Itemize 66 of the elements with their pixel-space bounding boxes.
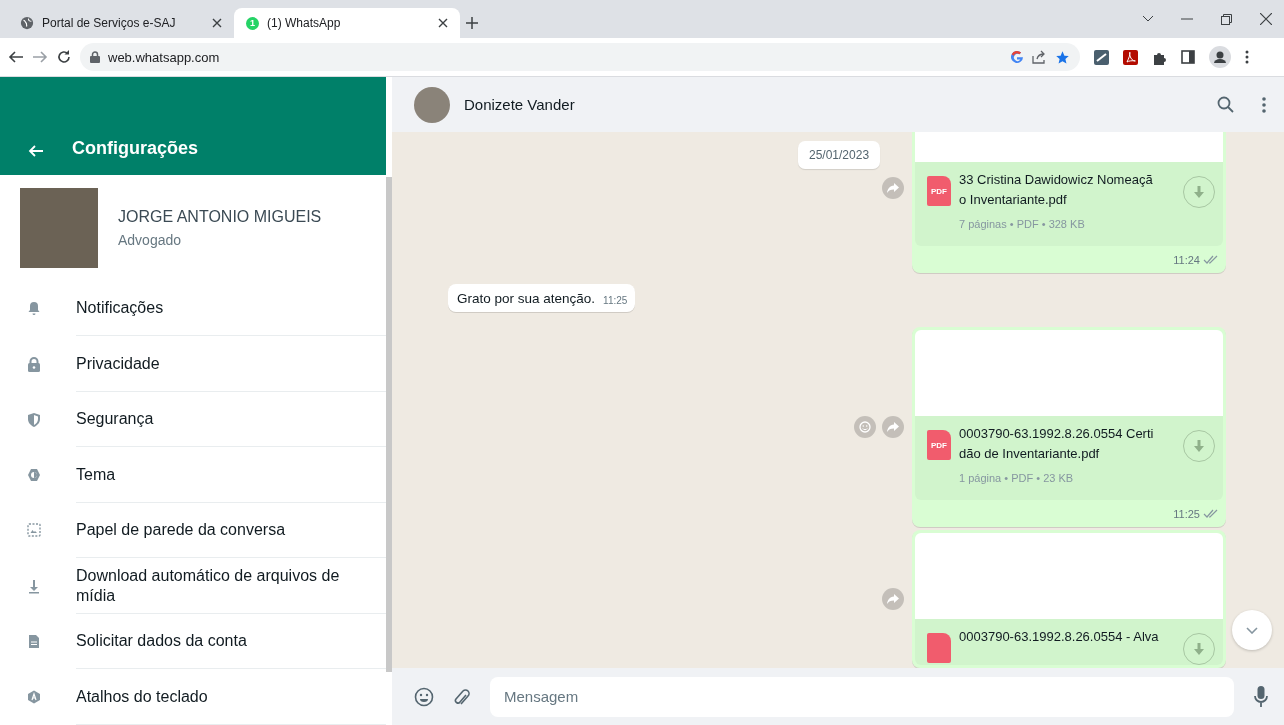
message-text: Grato por sua atenção.: [457, 291, 596, 306]
share-icon[interactable]: [1032, 50, 1047, 64]
contrast-icon: [27, 467, 41, 483]
pdf-reader-icon[interactable]: [1123, 49, 1138, 65]
file-name: 0003790-63.1992.8.26.0554 Certi dão de Inventariante.pdf: [959, 425, 1155, 463]
close-icon[interactable]: [212, 18, 222, 28]
tab-title: (1) WhatsApp: [267, 16, 342, 30]
more-vertical-icon[interactable]: [1262, 96, 1266, 113]
lock-icon: [90, 51, 100, 63]
forward-arrow-icon: [887, 183, 899, 193]
file-details: 7 páginas • PDF • 328 KB: [959, 217, 1086, 232]
tab-title: Portal de Serviços e-SAJ: [42, 16, 177, 30]
keyboard-badge-icon: [27, 689, 41, 705]
close-icon[interactable]: [1260, 13, 1272, 25]
message-input[interactable]: Mensagem: [490, 676, 1234, 717]
wallpaper-icon: [27, 523, 41, 539]
download-icon: [27, 578, 41, 594]
settings-title: Configurações: [72, 137, 199, 159]
close-icon[interactable]: [438, 18, 448, 28]
bell-icon: [27, 301, 41, 317]
forward-arrow-icon: [887, 594, 899, 604]
profile-icon[interactable]: [1209, 46, 1231, 68]
paperclip-icon[interactable]: [454, 686, 470, 707]
file-name: 0003790-63.1992.8.26.0554 - Alva: [959, 628, 1160, 646]
download-icon: [1194, 186, 1204, 198]
more-vertical-icon[interactable]: [1245, 50, 1249, 64]
search-icon[interactable]: [1217, 96, 1234, 113]
emoji-icon[interactable]: [414, 686, 434, 707]
message-time: 11:25: [1173, 508, 1200, 520]
browser-tab[interactable]: Portal de Serviços e-SAJ: [8, 8, 234, 38]
restore-icon[interactable]: [1221, 13, 1232, 25]
download-icon: [1194, 440, 1204, 452]
plus-icon[interactable]: [466, 17, 478, 29]
profile-name: JORGE ANTONIO MIGUEIS: [118, 207, 322, 226]
forward-arrow-icon: [887, 422, 899, 432]
notification-badge: 1: [246, 16, 259, 30]
contact-avatar[interactable]: [414, 86, 450, 123]
smiley-icon: [859, 421, 871, 433]
download-icon: [1194, 643, 1204, 655]
chevron-down-icon: [1246, 626, 1258, 634]
extension-icon[interactable]: [1094, 49, 1109, 65]
pdf-icon: PDF: [927, 430, 951, 460]
side-panel-icon[interactable]: [1181, 50, 1195, 64]
settings-menu-item[interactable]: Atalhos do teclado: [0, 669, 386, 725]
star-icon[interactable]: [1055, 49, 1070, 65]
forward-arrow-icon[interactable]: [32, 49, 48, 65]
profile-about: Advogado: [118, 231, 183, 248]
document-icon: [27, 634, 41, 650]
back-arrow-icon[interactable]: [8, 49, 24, 65]
file-name: 33 Cristina Dawidowicz Nomeaçã o Inventariante.pdf: [959, 171, 1154, 209]
globe-icon: [20, 16, 34, 30]
message-time: 11:24: [1173, 254, 1200, 266]
google-icon[interactable]: [1010, 50, 1024, 64]
lock-icon: [27, 356, 41, 372]
pdf-icon: PDF: [927, 176, 951, 206]
back-arrow-icon[interactable]: [28, 142, 44, 159]
microphone-icon[interactable]: [1254, 685, 1268, 708]
message-time: 11:25: [603, 295, 628, 306]
pdf-icon: [927, 633, 951, 663]
scrollbar[interactable]: [386, 177, 392, 672]
chevron-down-icon[interactable]: [1143, 16, 1153, 22]
browser-tab[interactable]: 1 (1) WhatsApp: [234, 8, 460, 38]
file-details: 1 página • PDF • 23 KB: [959, 471, 1075, 486]
reload-icon[interactable]: [56, 49, 72, 65]
shield-icon: [27, 412, 41, 428]
date-chip: 25/01/2023: [798, 141, 881, 169]
